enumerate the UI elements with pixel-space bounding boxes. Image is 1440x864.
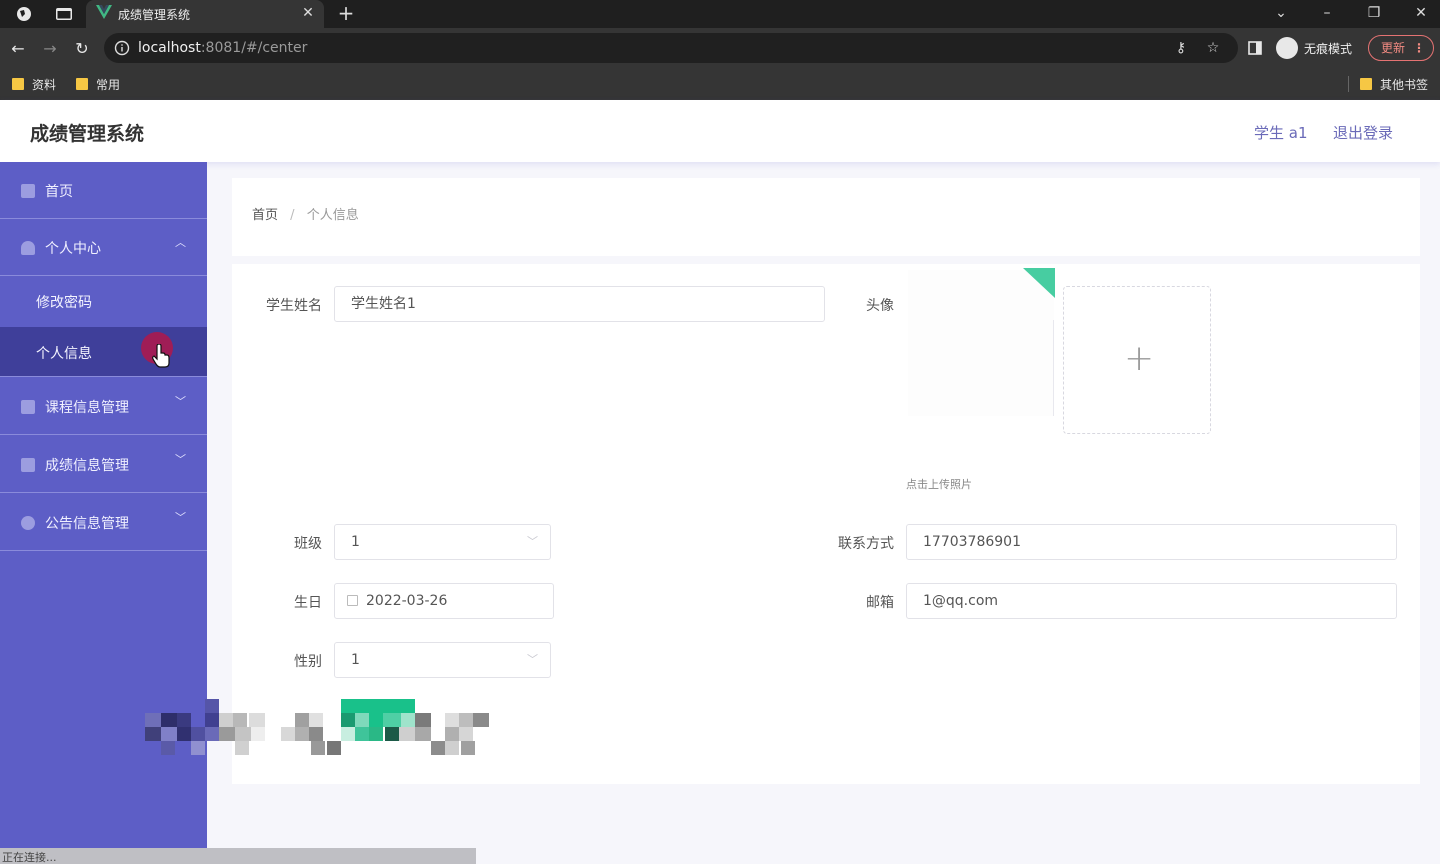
site-info-icon[interactable]	[114, 40, 130, 56]
chevron-down-icon: ﹀	[527, 535, 538, 548]
calendar-icon	[347, 595, 358, 606]
name-input[interactable]: 学生姓名1	[334, 286, 825, 322]
key-icon[interactable]: ⚷	[1172, 39, 1190, 57]
tab-title: 成绩管理系统	[118, 8, 191, 22]
chevron-down-icon: ﹀	[527, 653, 538, 666]
bookmark-star-icon[interactable]: ☆	[1204, 39, 1222, 57]
sidebar-item-course-management[interactable]: 课程信息管理 ﹀	[0, 378, 207, 435]
tab-close-icon[interactable]: ✕	[300, 4, 316, 22]
avatar-label: 头像	[866, 298, 894, 314]
folder-icon	[76, 78, 88, 90]
hand-pointer-icon	[152, 343, 170, 368]
birthday-value: 2022-03-26	[366, 593, 448, 609]
avatar-upload-button[interactable]: +	[1063, 286, 1211, 434]
user-icon	[21, 241, 35, 255]
restore-icon[interactable]: ❐	[1361, 2, 1387, 24]
class-label: 班级	[294, 536, 322, 552]
tab-search-icon[interactable]	[54, 4, 74, 24]
name-label: 学生姓名	[266, 298, 322, 314]
sidebar-item-change-password[interactable]: 修改密码	[0, 276, 207, 327]
birthday-datepicker[interactable]: 2022-03-26	[334, 583, 554, 619]
update-label: 更新	[1381, 41, 1406, 55]
back-icon[interactable]: ←	[8, 38, 28, 58]
browser-status-bar: 正在连接...	[0, 848, 476, 864]
contact-input[interactable]: 17703786901	[906, 524, 1397, 560]
birthday-label: 生日	[294, 595, 322, 611]
tab-list-chevron-icon[interactable]: ⌄	[1268, 2, 1294, 24]
browser-tab-bar: 成绩管理系统 ✕ + ⌄ – ❐ ✕	[0, 0, 1440, 28]
contact-label: 联系方式	[838, 536, 894, 552]
sidebar-item-personal-info[interactable]: 个人信息	[0, 327, 207, 377]
gender-value: 1	[351, 652, 360, 668]
email-label: 邮箱	[866, 595, 894, 611]
home-icon	[21, 184, 35, 198]
briefcase-icon	[21, 458, 35, 472]
chevron-down-icon: ﹀	[175, 395, 186, 408]
side-panel-icon[interactable]	[1245, 38, 1265, 58]
bookmark-folder-ziliao[interactable]: 资料	[12, 74, 56, 94]
class-value: 1	[351, 534, 360, 550]
new-tab-icon[interactable]: +	[336, 2, 356, 24]
incognito-icon	[1276, 37, 1298, 59]
app-title: 成绩管理系统	[30, 123, 145, 145]
breadcrumb: 首页 / 个人信息	[252, 204, 359, 223]
sidebar-item-grade-management[interactable]: 成绩信息管理 ﹀	[0, 436, 207, 493]
status-text: 正在连接...	[2, 851, 57, 864]
clipboard-icon	[21, 400, 35, 414]
incognito-indicator[interactable]: 无痕模式	[1276, 37, 1352, 59]
avatar-corner-badge	[1023, 268, 1055, 300]
folder-icon	[1360, 78, 1372, 90]
sidebar-item-notice-management[interactable]: 公告信息管理 ﹀	[0, 494, 207, 551]
bookmark-folder-other[interactable]: 其他书签	[1360, 74, 1428, 94]
chevron-down-icon: ﹀	[175, 511, 186, 524]
browser-tab[interactable]: 成绩管理系统 ✕	[86, 0, 324, 28]
browser-toolbar: ← → ↻ localhost:8081/#/center ⚷ ☆ 无痕模式 更…	[0, 28, 1440, 68]
gender-select[interactable]: 1 ﹀	[334, 642, 551, 678]
logout-link[interactable]: 退出登录	[1333, 122, 1393, 143]
app-header: 成绩管理系统 学生 a1 退出登录	[0, 100, 1440, 162]
close-window-icon[interactable]: ✕	[1408, 2, 1434, 24]
reload-icon[interactable]: ↻	[72, 38, 92, 58]
bookmark-separator	[1348, 76, 1349, 92]
class-select[interactable]: 1 ﹀	[334, 524, 551, 560]
upload-hint: 点击上传照片	[906, 478, 972, 491]
pixelated-overlay	[145, 699, 489, 755]
update-button[interactable]: 更新 ⋮	[1368, 35, 1434, 61]
info-circle-icon	[21, 516, 35, 530]
globe-icon[interactable]	[14, 4, 34, 24]
minimize-icon[interactable]: –	[1314, 2, 1340, 24]
sidebar: 首页 个人中心 ︿ 修改密码 个人信息 课程信息管理 ﹀ 成绩信息管理 ﹀ 公告…	[0, 162, 207, 864]
url-text: localhost:8081/#/center	[138, 40, 308, 56]
bookmarks-bar: 资料 常用 其他书签	[0, 68, 1440, 100]
breadcrumb-separator: /	[290, 208, 295, 223]
gender-label: 性别	[294, 654, 322, 670]
chevron-down-icon: ﹀	[175, 453, 186, 466]
forward-icon[interactable]: →	[40, 38, 60, 58]
sidebar-item-home[interactable]: 首页	[0, 162, 207, 219]
breadcrumb-home[interactable]: 首页	[252, 208, 278, 223]
email-input[interactable]: 1@qq.com	[906, 583, 1397, 619]
breadcrumb-current: 个人信息	[306, 208, 359, 223]
plus-icon: +	[1124, 338, 1155, 379]
incognito-label: 无痕模式	[1304, 41, 1353, 56]
chevron-up-icon: ︿	[175, 236, 186, 249]
bookmark-folder-changyong[interactable]: 常用	[76, 74, 120, 94]
folder-icon	[12, 78, 24, 90]
address-bar[interactable]: localhost:8081/#/center ⚷ ☆	[104, 33, 1238, 63]
breadcrumb-card: 首页 / 个人信息	[232, 178, 1420, 256]
current-user-link[interactable]: 学生 a1	[1254, 122, 1308, 143]
vue-logo-icon	[96, 4, 112, 22]
sidebar-item-personal-center[interactable]: 个人中心 ︿	[0, 219, 207, 276]
menu-dots-icon: ⋮	[1413, 41, 1425, 55]
